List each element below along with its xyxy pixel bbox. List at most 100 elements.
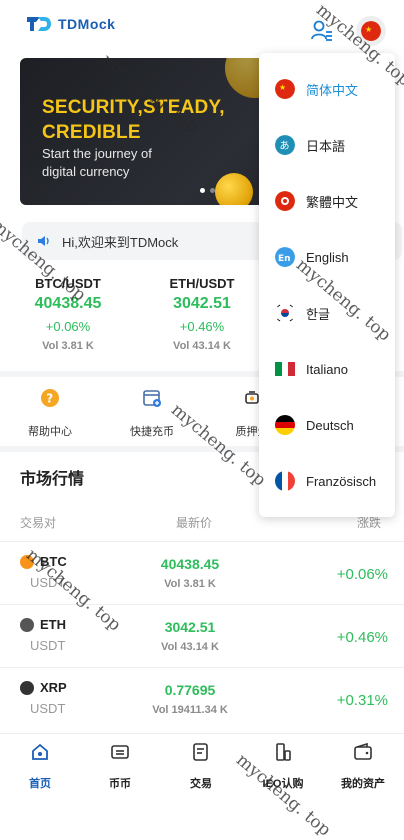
trade-icon <box>193 743 208 761</box>
language-switch-button[interactable]: ★ <box>356 16 386 46</box>
tab-swap[interactable]: 币币 <box>85 742 155 791</box>
market-quote: USDT <box>30 575 66 590</box>
market-row[interactable]: BTC USDT 40438.45 Vol 3.81 K +0.06% <box>0 541 404 604</box>
quick-action-label: 快捷充币 <box>130 426 174 438</box>
market-price: 0.77695 <box>164 682 216 698</box>
carousel-dot[interactable] <box>210 188 215 193</box>
market-section-title: 市场行情 <box>20 471 85 488</box>
language-option-en[interactable]: En English <box>259 229 395 285</box>
language-label: 繁體中文 <box>306 194 359 210</box>
carousel-dot[interactable] <box>200 188 205 193</box>
app-header: TDMock ★ <box>0 0 404 56</box>
tab-label: 交易 <box>190 778 212 790</box>
banner-title: SECURITY,STEADY, CREDIBLE <box>42 97 225 143</box>
flag-kr-icon <box>275 303 295 323</box>
language-option-de[interactable]: Deutsch <box>259 397 395 453</box>
market-price: 40438.45 <box>160 556 220 572</box>
flag-cn-icon: ★ <box>275 79 295 99</box>
svg-text:あ: あ <box>280 140 290 152</box>
ticker-price: 40438.45 <box>34 295 102 312</box>
language-label: 日本語 <box>306 138 346 154</box>
tab-trade[interactable]: 交易 <box>166 742 236 791</box>
tab-label: 币币 <box>109 778 131 790</box>
carousel-dots <box>200 188 215 193</box>
bottom-tab-bar: 首页 币币 交易 IEO认购 我的资产 <box>0 733 404 798</box>
swap-icon <box>111 745 129 759</box>
announcement-text: Hi,欢迎来到TDMock <box>62 234 179 250</box>
language-label: Französisch <box>306 473 377 489</box>
market-symbol: BTC <box>20 554 67 569</box>
help-icon: ? <box>41 389 59 407</box>
market-row[interactable]: XRP USDT 0.77695 Vol 19411.34 K +0.31% <box>0 667 404 730</box>
quick-action-help[interactable]: ? 帮助中心 <box>10 388 90 439</box>
ticker-volume: Vol 43.14 K <box>173 340 231 352</box>
speaker-icon <box>38 236 49 246</box>
coin-decoration <box>215 173 253 205</box>
banner-subtitle: Start the journey of digital currency <box>42 146 152 179</box>
flag-cn-icon: ★ <box>361 21 381 41</box>
language-option-zh-tw[interactable]: 繁體中文 <box>259 173 395 229</box>
ieo-icon <box>276 743 291 761</box>
tab-home[interactable]: 首页 <box>5 742 75 791</box>
language-label: Deutsch <box>306 417 354 433</box>
ticker-volume: Vol 3.81 K <box>42 340 94 352</box>
market-volume: Vol 43.14 K <box>161 641 219 653</box>
logo-mark-icon <box>27 17 51 31</box>
flag-fr-icon <box>275 471 295 491</box>
market-row[interactable]: ETH USDT 3042.51 Vol 43.14 K +0.46% <box>0 604 404 667</box>
ticker-pair: ETH/USDT <box>169 276 235 291</box>
language-option-fr[interactable]: Französisch <box>259 453 395 509</box>
market-volume: Vol 3.81 K <box>164 578 216 590</box>
language-label: 简体中文 <box>306 82 359 98</box>
flag-de-icon <box>275 415 295 435</box>
language-label: 한글 <box>306 306 330 322</box>
deposit-icon <box>143 390 161 407</box>
market-symbol: XRP <box>20 680 67 695</box>
tab-assets[interactable]: 我的资产 <box>328 742 398 791</box>
column-header-pair: 交易对 <box>20 516 57 530</box>
market-change: +0.31% <box>336 692 388 709</box>
user-list-icon <box>311 20 332 41</box>
column-header-price[interactable]: 最新价 <box>176 514 212 531</box>
language-option-it[interactable]: Italiano <box>259 341 395 397</box>
market-change: +0.06% <box>336 566 388 583</box>
eth-icon <box>20 617 34 632</box>
market-quote: USDT <box>30 701 66 716</box>
wallet-icon <box>354 742 372 760</box>
svg-text:?: ? <box>46 392 53 406</box>
quick-action-label: 帮助中心 <box>28 426 72 438</box>
home-icon <box>32 743 48 760</box>
tab-ieo[interactable]: IEO认购 <box>248 742 318 791</box>
svg-text:En: En <box>278 254 291 264</box>
svg-text:★: ★ <box>365 25 372 34</box>
flag-it-icon <box>275 362 295 376</box>
ticker-card[interactable]: BTC/USDT 40438.45 +0.06% Vol 3.81 K <box>3 272 133 352</box>
ticker-change: +0.46% <box>179 319 225 334</box>
flag-jp-hiragana-icon: あ <box>275 135 295 155</box>
language-label: Italiano <box>306 361 348 377</box>
flag-hk-icon <box>275 191 295 211</box>
market-price: 3042.51 <box>164 619 216 635</box>
market-change: +0.46% <box>336 629 388 646</box>
ticker-card[interactable]: ETH/USDT 3042.51 +0.46% Vol 43.14 K <box>137 272 267 352</box>
language-option-zh-cn[interactable]: ★ 简体中文 <box>259 61 395 117</box>
app-logo: TDMock <box>26 15 115 33</box>
tab-label: IEO认购 <box>262 778 304 790</box>
tab-label: 首页 <box>29 778 51 790</box>
btc-icon <box>20 554 34 569</box>
language-dropdown: ★ 简体中文 あ 日本語 繁體中文 En English 한글 Italiano <box>259 53 395 517</box>
market-volume: Vol 19411.34 K <box>152 704 228 716</box>
language-option-ko[interactable]: 한글 <box>259 285 395 341</box>
language-option-ja[interactable]: あ 日本語 <box>259 117 395 173</box>
xrp-icon <box>20 680 34 695</box>
logo-text: TDMock <box>58 16 116 32</box>
market-symbol: ETH <box>20 617 66 632</box>
tab-label: 我的资产 <box>341 778 385 790</box>
language-label: English <box>306 249 349 265</box>
ticker-pair: BTC/USDT <box>35 276 101 291</box>
ticker-change: +0.06% <box>45 319 91 334</box>
user-menu-button[interactable] <box>309 18 335 44</box>
flag-en-icon: En <box>275 247 295 267</box>
market-quote: USDT <box>30 638 66 653</box>
quick-action-deposit[interactable]: 快捷充币 <box>112 388 192 439</box>
